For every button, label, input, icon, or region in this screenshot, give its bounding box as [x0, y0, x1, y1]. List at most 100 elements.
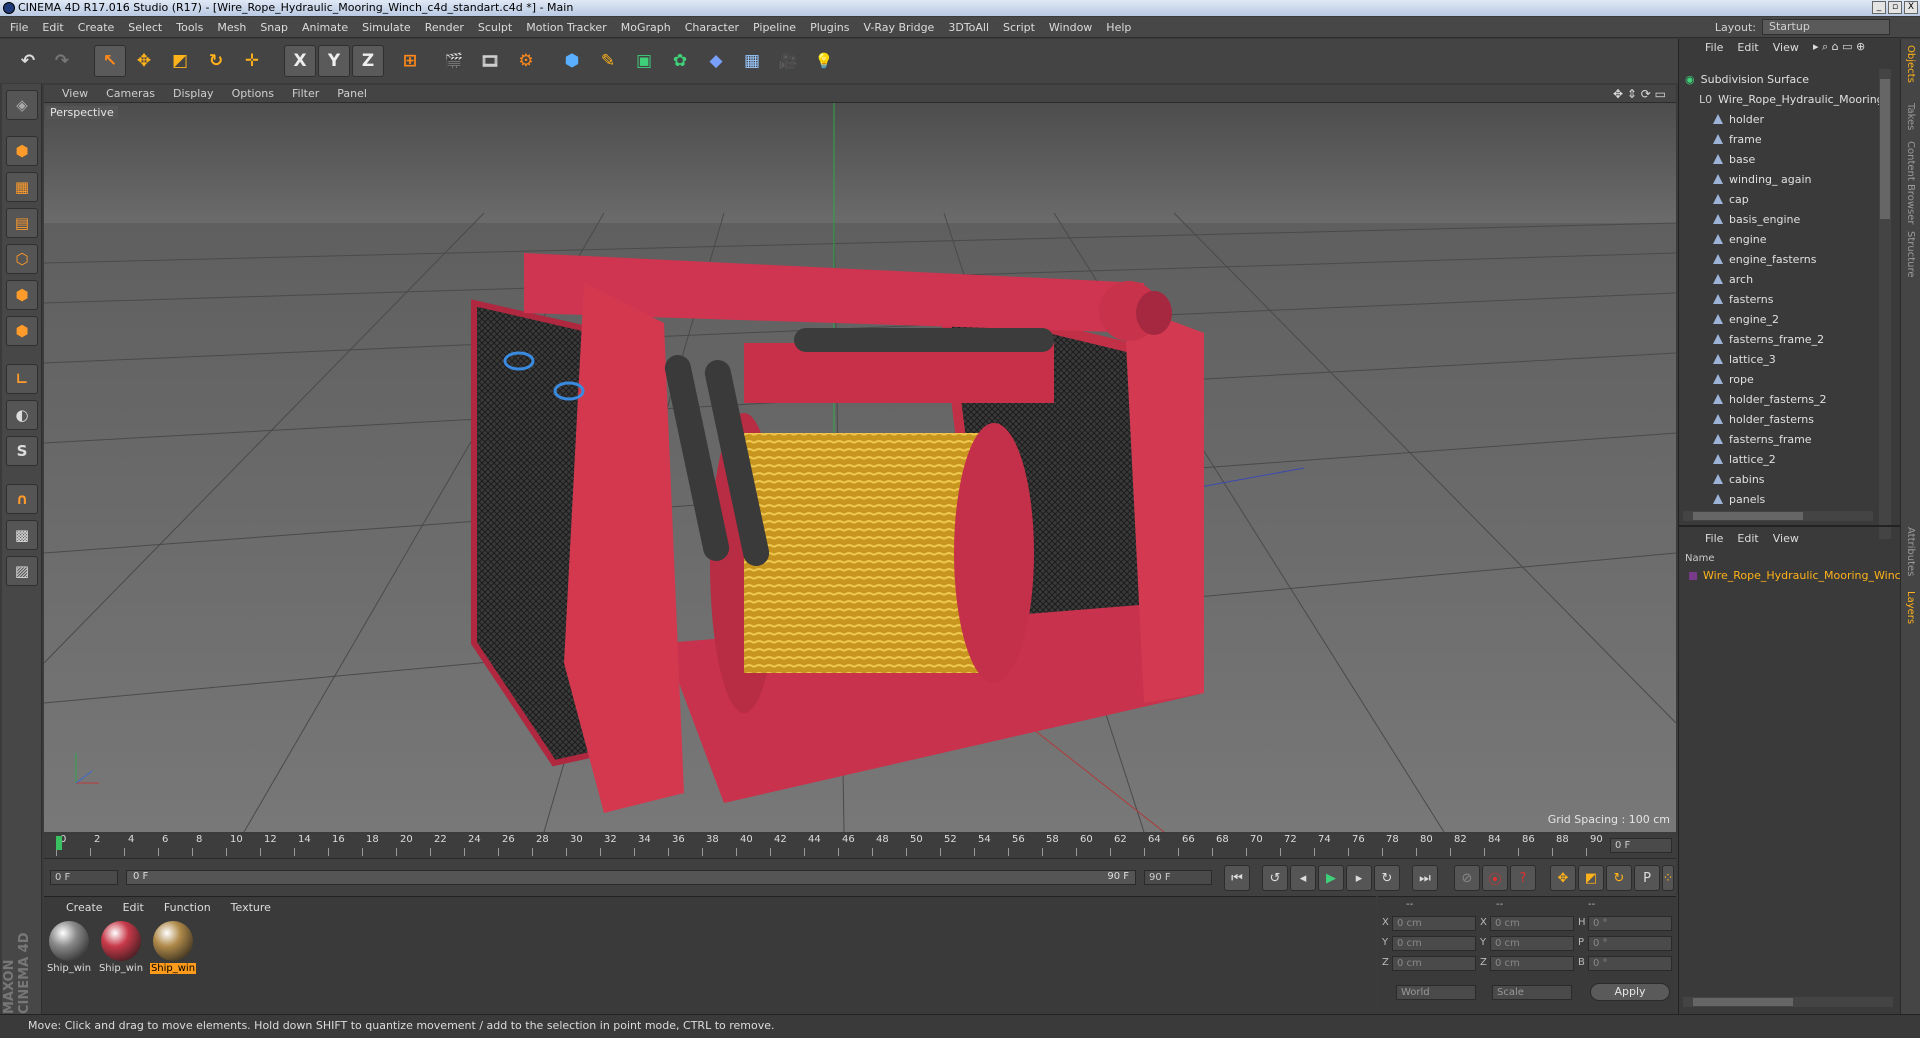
layer-menu-file[interactable]: File [1705, 532, 1723, 545]
tab-attributes[interactable]: Attributes [1905, 527, 1916, 576]
recent-tool-icon[interactable]: ✛ [236, 45, 268, 77]
floor-icon[interactable]: ▦ [736, 45, 768, 77]
deformer-icon[interactable]: ◆ [700, 45, 732, 77]
tree-item[interactable]: cap [1713, 189, 1749, 209]
menu-animate[interactable]: Animate [302, 21, 348, 34]
x-axis-icon[interactable]: X [284, 45, 316, 77]
material-menu-create[interactable]: Create [66, 901, 103, 914]
transform-mode-dropdown[interactable]: Scale [1492, 985, 1572, 1000]
frame-range-slider[interactable]: 0 F 90 F [126, 870, 1136, 885]
tree-item[interactable]: rope [1713, 369, 1754, 389]
tree-item[interactable]: engine_2 [1713, 309, 1779, 329]
close-button[interactable]: X [1904, 1, 1918, 14]
coord-rot-field[interactable]: 0 ° [1588, 956, 1672, 971]
material-item[interactable]: Ship_win [98, 919, 144, 974]
render-view-icon[interactable]: 🎬 [438, 45, 470, 77]
coord-pos-field[interactable]: 0 cm [1392, 936, 1476, 951]
tree-item[interactable]: basis_engine [1713, 209, 1800, 229]
tree-item[interactable]: lattice_3 [1713, 349, 1776, 369]
snap-icon[interactable]: S [6, 436, 38, 466]
layout-dropdown[interactable]: Startup [1762, 19, 1890, 35]
menu-pipeline[interactable]: Pipeline [753, 21, 796, 34]
tree-item[interactable]: holder [1713, 109, 1764, 129]
axis-mode-icon[interactable]: ∟ [6, 364, 38, 394]
play-icon[interactable]: ▶ [1318, 865, 1344, 891]
tree-item[interactable]: fasterns [1713, 289, 1773, 309]
tree-root-item[interactable]: ◉ Subdivision Surface [1685, 69, 1809, 89]
autokey-icon[interactable]: ⦿ [1482, 865, 1508, 891]
tree-group-item[interactable]: L0 Wire_Rope_Hydraulic_Mooring_ [1699, 89, 1881, 109]
current-frame-field[interactable]: 0 F [1610, 838, 1672, 853]
menu-tools[interactable]: Tools [176, 21, 203, 34]
menu-mograph[interactable]: MoGraph [621, 21, 671, 34]
coordinate-system-dropdown[interactable]: World [1396, 985, 1476, 1000]
edges-mode-icon[interactable]: ⬢ [6, 280, 38, 310]
y-axis-icon[interactable]: Y [318, 45, 350, 77]
redo-icon[interactable]: ↷ [46, 45, 78, 77]
object-manager-nav-icons[interactable]: ▸ ⌕ ⌂ ▭ ⊕ [1813, 40, 1865, 54]
timeline-ruler[interactable]: 0 2 4 6 8 10 12 14 16 18 20 22 24 26 28 30 32 34 36 38 40 42 4… [44, 834, 1676, 858]
layer-menu-view[interactable]: View [1773, 532, 1799, 545]
coord-size-field[interactable]: 0 cm [1490, 936, 1574, 951]
coord-size-field[interactable]: 0 cm [1490, 956, 1574, 971]
viewport-menu-view[interactable]: View [62, 87, 88, 100]
material-menu-texture[interactable]: Texture [231, 901, 271, 914]
record-keys-icon[interactable]: ⊘ [1454, 865, 1480, 891]
menu-window[interactable]: Window [1049, 21, 1092, 34]
material-menu-edit[interactable]: Edit [123, 901, 144, 914]
object-menu-view[interactable]: View [1773, 41, 1799, 55]
menu-sculpt[interactable]: Sculpt [478, 21, 512, 34]
tree-item[interactable]: arch [1713, 269, 1753, 289]
coord-pos-field[interactable]: 0 cm [1392, 916, 1476, 931]
object-menu-file[interactable]: File [1705, 41, 1723, 55]
menu-script[interactable]: Script [1003, 21, 1035, 34]
coord-rot-field[interactable]: 0 ° [1588, 916, 1672, 931]
prev-frame-icon[interactable]: ◂ [1290, 865, 1316, 891]
viewport-menu-panel[interactable]: Panel [337, 87, 367, 100]
layer-h-scrollbar[interactable] [1683, 997, 1893, 1007]
tree-item[interactable]: engine_fasterns [1713, 249, 1816, 269]
tab-structure[interactable]: Structure [1905, 231, 1916, 278]
cloner-icon[interactable]: ✿ [664, 45, 696, 77]
points-mode-icon[interactable]: ⬡ [6, 244, 38, 274]
magnet-icon[interactable]: ∩ [6, 484, 38, 514]
subdivision-surface-icon[interactable]: ▣ [628, 45, 660, 77]
playhead[interactable] [56, 836, 62, 850]
tree-item[interactable]: fasterns_frame [1713, 429, 1812, 449]
coord-pos-field[interactable]: 0 cm [1392, 956, 1476, 971]
key-pla-icon[interactable]: ⁘ [1662, 865, 1674, 891]
viewport-nav-icons[interactable]: ✥ ⇕ ⟳ ▭ [1613, 87, 1666, 101]
camera-icon[interactable]: 🎥 [772, 45, 804, 77]
model-mode-icon[interactable]: ⬢ [6, 136, 38, 166]
tree-item[interactable]: winding_ again [1713, 169, 1812, 189]
material-item[interactable]: Ship_win [46, 919, 92, 974]
viewport-menu-display[interactable]: Display [173, 87, 214, 100]
menu-simulate[interactable]: Simulate [362, 21, 411, 34]
scale-tool-icon[interactable]: ◩ [164, 45, 196, 77]
start-frame-field[interactable]: 0 F [50, 870, 118, 885]
menu-plugins[interactable]: Plugins [810, 21, 849, 34]
tree-item[interactable]: cabins [1713, 469, 1765, 489]
coord-rot-field[interactable]: 0 ° [1588, 936, 1672, 951]
render-picture-viewer-icon[interactable]: 🎞 [474, 45, 506, 77]
menu-snap[interactable]: Snap [260, 21, 288, 34]
tree-item[interactable]: fasterns_frame_2 [1713, 329, 1824, 349]
polygons-mode-icon[interactable]: ⬢ [6, 316, 38, 346]
menu-edit[interactable]: Edit [42, 21, 63, 34]
menu-motion-tracker[interactable]: Motion Tracker [526, 21, 606, 34]
tab-layers[interactable]: Layers [1905, 591, 1916, 624]
prev-key-icon[interactable]: ↺ [1262, 865, 1288, 891]
tree-item[interactable]: holder_fasterns [1713, 409, 1814, 429]
object-scrollbar[interactable] [1879, 69, 1891, 539]
go-to-start-icon[interactable]: ⏮ [1224, 865, 1250, 891]
menu-create[interactable]: Create [78, 21, 115, 34]
end-frame-field[interactable]: 90 F [1144, 870, 1212, 885]
coordinate-system-icon[interactable]: ⊞ [394, 45, 426, 77]
tree-item[interactable]: frame [1713, 129, 1762, 149]
minimize-button[interactable]: _ [1872, 1, 1886, 14]
tweak-mode-icon[interactable]: ◐ [6, 400, 38, 430]
planar-workplane-icon[interactable]: ▨ [6, 556, 38, 586]
move-tool-icon[interactable]: ✥ [128, 45, 160, 77]
key-rotation-icon[interactable]: ↻ [1606, 865, 1632, 891]
lock-workplane-icon[interactable]: ▩ [6, 520, 38, 550]
